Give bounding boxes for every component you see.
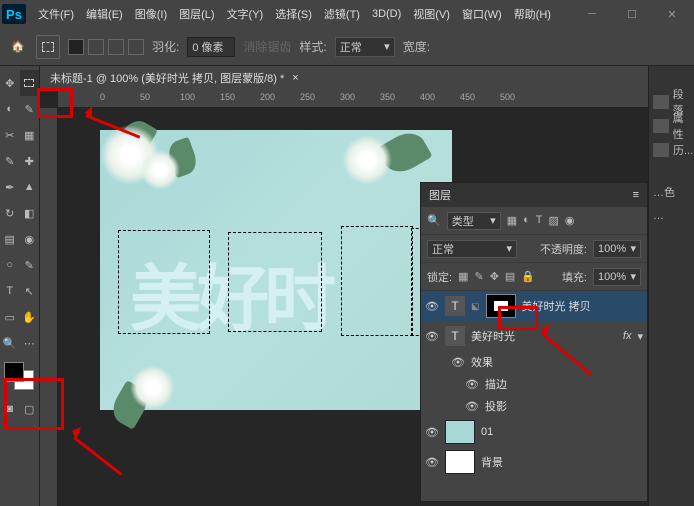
panel-properties[interactable]: 属性	[649, 114, 694, 138]
layer-filter-icons[interactable]: ▦◐T▨◉	[507, 214, 575, 227]
feather-label: 羽化:	[152, 38, 179, 55]
eyedropper-tool[interactable]: ✎	[0, 148, 20, 174]
fill-label: 填充:	[562, 269, 587, 285]
options-bar: 🏠 羽化: 消除锯齿 样式: 正常▾ 宽度:	[0, 28, 694, 66]
menu-window[interactable]: 窗口(W)	[456, 0, 508, 28]
annotation-highlight	[4, 378, 64, 430]
lock-icons[interactable]: ▦✎✥▤🔒	[458, 270, 535, 283]
add-selection-icon[interactable]	[88, 39, 104, 55]
menu-file[interactable]: 文件(F)	[32, 0, 80, 28]
subtract-selection-icon[interactable]	[108, 39, 124, 55]
layer-row[interactable]: 👁 01	[421, 417, 647, 447]
lock-label: 锁定:	[427, 269, 452, 285]
layer-type-icon: T	[445, 296, 465, 316]
gradient-tool[interactable]: ▤	[0, 226, 20, 252]
fx-badge[interactable]: fx	[623, 330, 632, 342]
visibility-icon[interactable]: 👁	[465, 378, 479, 391]
arrow-head-icon	[78, 106, 92, 120]
new-selection-icon[interactable]	[68, 39, 84, 55]
history-brush-tool[interactable]: ↻	[0, 200, 20, 226]
layer-effects-group[interactable]: 👁 效果	[421, 351, 647, 373]
visibility-icon[interactable]: 👁	[451, 356, 465, 369]
window-controls: ─ ☐ ✕	[572, 0, 692, 28]
fill-input[interactable]: 100%▾	[593, 268, 641, 286]
menu-image[interactable]: 图像(I)	[129, 0, 173, 28]
menu-bar: Ps 文件(F) 编辑(E) 图像(I) 图层(L) 文字(Y) 选择(S) 滤…	[0, 0, 694, 28]
canvas[interactable]: 美好时	[100, 130, 452, 410]
shape-tool[interactable]: ▭	[0, 304, 20, 330]
visibility-icon[interactable]: 👁	[425, 300, 439, 313]
annotation-highlight	[498, 306, 538, 330]
lasso-tool[interactable]: ◐	[0, 96, 20, 122]
panel-color[interactable]: …色	[649, 180, 694, 204]
ruler-horizontal: 050100150200250300350400450500	[58, 90, 648, 108]
menu-type[interactable]: 文字(Y)	[221, 0, 270, 28]
visibility-icon[interactable]: 👁	[425, 426, 439, 439]
document-tab[interactable]: 未标题-1 @ 100% (美好时光 拷贝, 图层蒙版/8) *×	[40, 66, 648, 90]
menu-edit[interactable]: 编辑(E)	[80, 0, 129, 28]
type-tool[interactable]: T	[0, 278, 20, 304]
blend-mode-select[interactable]: 正常▾	[427, 240, 517, 258]
brush-tool[interactable]: ✒	[0, 174, 20, 200]
menu-select[interactable]: 选择(S)	[269, 0, 318, 28]
home-icon[interactable]: 🏠	[8, 37, 28, 57]
visibility-icon[interactable]: 👁	[425, 456, 439, 469]
collapsed-panels: 段落 属性 历... …色 …	[648, 66, 694, 506]
selection-mode-group	[68, 39, 144, 55]
ruler-vertical	[40, 108, 58, 506]
opacity-input[interactable]: 100%▾	[593, 240, 641, 258]
visibility-icon[interactable]: 👁	[465, 400, 479, 413]
panel-menu-icon[interactable]: ≡	[633, 189, 639, 201]
move-tool[interactable]: ✥	[0, 70, 20, 96]
layer-effect-shadow[interactable]: 👁 投影	[421, 395, 647, 417]
menu-filter[interactable]: 滤镜(T)	[318, 0, 366, 28]
layer-filter-select[interactable]: 类型▾	[447, 212, 501, 230]
antialias-label: 消除锯齿	[243, 38, 291, 55]
blur-tool[interactable]: ◉	[20, 226, 40, 252]
marquee-selection	[118, 230, 210, 334]
minimize-button[interactable]: ─	[572, 0, 612, 28]
style-label: 样式:	[299, 38, 326, 55]
dodge-tool[interactable]: ○	[0, 252, 20, 278]
tool-palette: ✥ ◐✎ ✂▦ ✎✚ ✒▲ ↻◧ ▤◉ ○✎ T↖ ▭✋ 🔍⋯ ◙▢	[0, 66, 40, 506]
close-button[interactable]: ✕	[652, 0, 692, 28]
marquee-tool-preview[interactable]	[36, 35, 60, 59]
layer-effect-stroke[interactable]: 👁 描边	[421, 373, 647, 395]
visibility-icon[interactable]: 👁	[425, 330, 439, 343]
app-logo: Ps	[2, 4, 26, 24]
style-select[interactable]: 正常▾	[335, 37, 395, 57]
menu-layer[interactable]: 图层(L)	[173, 0, 220, 28]
intersect-selection-icon[interactable]	[128, 39, 144, 55]
menu-3d[interactable]: 3D(D)	[366, 0, 407, 28]
width-label: 宽度:	[403, 38, 430, 55]
feather-input[interactable]	[187, 37, 235, 57]
path-tool[interactable]: ↖	[20, 278, 40, 304]
maximize-button[interactable]: ☐	[612, 0, 652, 28]
heal-tool[interactable]: ✚	[20, 148, 40, 174]
marquee-selection	[341, 226, 413, 336]
panel-other[interactable]: …	[649, 204, 694, 228]
menu-view[interactable]: 视图(V)	[407, 0, 456, 28]
layers-panel-tab[interactable]: 图层≡	[421, 183, 647, 207]
annotation-highlight	[37, 88, 73, 118]
opacity-label: 不透明度:	[540, 241, 587, 257]
layer-thumb[interactable]	[445, 420, 475, 444]
menu-help[interactable]: 帮助(H)	[508, 0, 557, 28]
hand-tool[interactable]: ✋	[20, 304, 40, 330]
layer-type-icon: T	[445, 326, 465, 346]
crop-tool[interactable]: ✂	[0, 122, 20, 148]
eraser-tool[interactable]: ◧	[20, 200, 40, 226]
marquee-selection	[228, 232, 322, 332]
zoom-tool[interactable]: 🔍	[0, 330, 20, 356]
frame-tool[interactable]: ▦	[20, 122, 40, 148]
layer-thumb[interactable]	[445, 450, 475, 474]
pen-tool[interactable]: ✎	[20, 252, 40, 278]
stamp-tool[interactable]: ▲	[20, 174, 40, 200]
panel-history[interactable]: 历...	[649, 138, 694, 162]
layer-row[interactable]: 👁 背景	[421, 447, 647, 477]
edit-toolbar[interactable]: ⋯	[20, 330, 40, 356]
layers-panel: 图层≡ 🔍 类型▾ ▦◐T▨◉ 正常▾ 不透明度: 100%▾ 锁定: ▦✎✥▤…	[420, 182, 648, 502]
